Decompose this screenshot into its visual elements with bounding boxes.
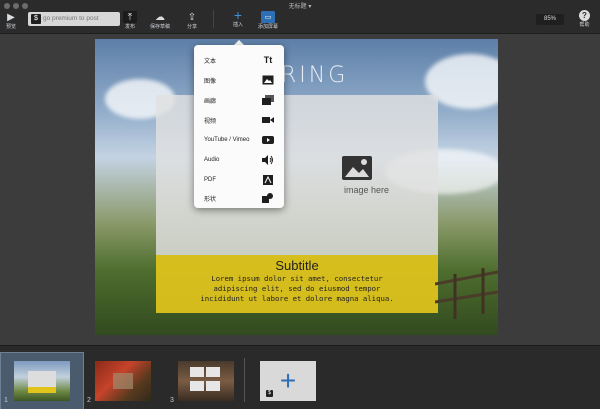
cloud-icon: ☁ [155,11,165,23]
menu-item-audio[interactable]: Audio [194,150,284,170]
youtube-icon [262,135,274,145]
menu-item-video[interactable]: 视频 [194,110,284,130]
play-icon: ▶ [7,11,15,23]
menu-item-pdf[interactable]: PDF [194,170,284,190]
video-icon [262,115,274,125]
thumbnail-placeholder [28,371,56,387]
slide-number: 2 [87,397,91,404]
slide-number: 3 [170,397,174,404]
text-icon: Tt [263,55,273,65]
upload-icon: ⤒ [123,11,137,23]
share-label: 分享 [186,24,197,30]
menu-item-label: 文本 [204,58,217,65]
insert-button[interactable]: + 插入 [231,7,245,28]
plus-icon: + [233,7,243,23]
menu-item-shape[interactable]: 形状 [194,188,284,208]
slide-filmstrip: 1 2 3 + $ [0,345,600,409]
plus-icon: + [279,365,297,396]
slide-subtitle: Subtitle [275,258,319,273]
image-icon [342,156,372,180]
menu-item-text[interactable]: 文本 Tt [194,50,284,70]
slide-number: 1 [4,397,8,404]
menu-item-label: Audio [204,157,220,163]
add-slide-button[interactable]: + $ [260,361,316,401]
slide-body-text: Lorem ipsum dolor sit amet, consectetur … [156,274,438,304]
body-line: Lorem ipsum dolor sit amet, consectetur [211,274,383,283]
filmstrip-divider [244,358,245,402]
menu-item-label: YouTube / Vimeo [204,137,250,143]
question-icon: ? [579,10,590,21]
shape-icon [262,193,274,203]
slide-thumbnail[interactable] [14,361,70,401]
thumbnail-block [190,381,204,391]
preview-label: 预览 [5,24,16,30]
slide-thumbnail[interactable] [178,361,234,401]
menu-item-image[interactable]: 图像 [194,70,284,90]
help-button[interactable]: ? 帮助 [579,10,590,28]
save-cloud-label: 保存草稿 [150,24,171,30]
publish-url-field[interactable]: go premium to post [28,12,120,26]
subtitle-block[interactable]: Subtitle Lorem ipsum dolor sit amet, con… [156,255,438,313]
pdf-icon [262,175,274,185]
slide-canvas[interactable]: RING image here Subtitle Lorem ipsum dol… [95,39,498,335]
menu-item-gallery[interactable]: 画廊 [194,90,284,110]
app-window: 无标题 ▾ ▶ 预览 go premium to post $ ⤒ 发布 ☁ 保… [0,0,600,409]
close-window-button[interactable] [4,3,10,9]
minimize-window-button[interactable] [13,3,19,9]
premium-dollar-icon: $ [266,390,273,397]
menu-item-label: 形状 [204,196,217,203]
menu-item-label: 画廊 [204,98,217,105]
thumbnail-block [206,367,220,377]
menu-item-label: 图像 [204,78,217,85]
thumbnail-subtitle-band [28,387,56,393]
menu-item-youtube[interactable]: YouTube / Vimeo [194,130,284,150]
add-slide-label: 添加屏幕 [258,24,279,30]
zoom-window-button[interactable] [22,3,28,9]
save-cloud-button[interactable]: ☁ 保存草稿 [150,11,171,31]
insert-menu: 文本 Tt 图像 画廊 视频 YouTube / Vimeo Audio PDF… [194,45,284,208]
toolbar-divider [213,10,214,28]
zoom-level-field[interactable]: 85% [536,14,564,25]
gallery-icon [262,95,274,105]
premium-dollar-icon: $ [31,14,41,24]
slide-stage: RING image here Subtitle Lorem ipsum dol… [0,34,600,345]
image-icon [262,75,274,85]
share-icon: ⇪ [187,11,197,23]
menu-item-label: 视频 [204,118,217,125]
speaker-icon [262,155,274,165]
add-screen-icon: ▭ [261,11,275,23]
body-line: adipiscing elit, sed do eiusmod tempor [213,284,381,293]
publish-placeholder: go premium to post [43,15,99,22]
insert-label: 插入 [232,22,243,28]
slide-thumbnail[interactable] [95,361,151,401]
thumbnail-block [206,381,220,391]
menu-item-label: PDF [204,177,216,183]
publish-button[interactable]: ⤒ 发布 [123,11,137,30]
placeholder-text: image here [344,185,390,195]
preview-button[interactable]: ▶ 预览 [4,11,18,31]
thumbnail-block [190,367,204,377]
thumbnail-placeholder [113,373,133,389]
share-button[interactable]: ⇪ 分享 [185,11,199,31]
help-label: 帮助 [579,22,590,28]
zoom-value: 85% [543,16,556,22]
window-title: 无标题 ▾ [288,4,312,10]
toolbar: 无标题 ▾ ▶ 预览 go premium to post $ ⤒ 发布 ☁ 保… [0,0,600,34]
body-line: incididunt ut labore et dolore magna ali… [200,294,394,303]
fence-graphic [435,268,498,319]
add-slide-toolbar-button[interactable]: ▭ 添加屏幕 [258,11,278,30]
publish-label: 发布 [124,24,135,30]
slide-title[interactable]: RING [281,63,348,88]
